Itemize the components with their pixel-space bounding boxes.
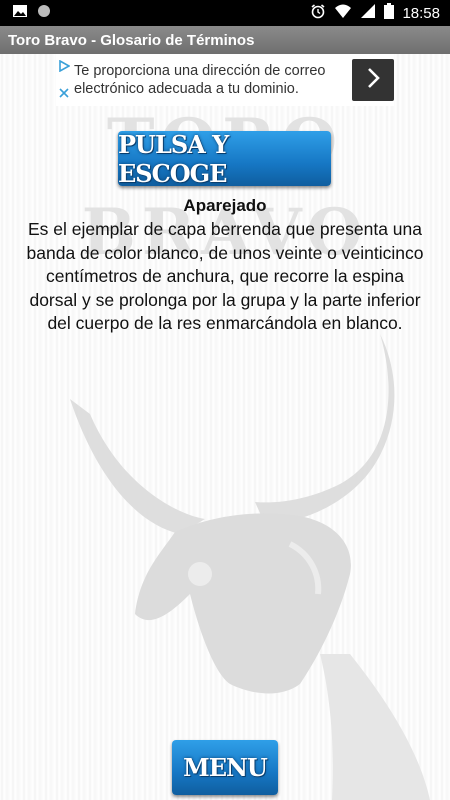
ad-banner[interactable]: Te proporciona una dirección de correo e… (56, 54, 394, 106)
circle-icon (36, 3, 52, 23)
app-title: Toro Bravo - Glosario de Términos (8, 31, 255, 49)
ad-text[interactable]: Te proporciona una dirección de correo e… (74, 62, 348, 98)
ad-close-icon[interactable] (58, 84, 70, 103)
image-icon (12, 3, 28, 23)
ad-icons (56, 57, 72, 103)
ad-arrow-button[interactable] (352, 59, 394, 101)
chevron-right-icon (364, 66, 382, 94)
app-bar: Toro Bravo - Glosario de Términos (0, 26, 450, 54)
status-bar: 18:58 (0, 0, 450, 26)
battery-icon (384, 3, 395, 23)
pulsa-y-escoge-button[interactable]: PULSA Y ESCOGE (118, 129, 331, 188)
alarm-icon (310, 3, 326, 23)
wifi-icon (334, 3, 352, 23)
menu-button[interactable]: MENU (172, 740, 278, 795)
ad-choices-icon[interactable] (58, 57, 71, 76)
main-content: TORO BRAVO Te proporciona una dirección … (0, 54, 450, 800)
menu-label: MENU (183, 753, 268, 782)
signal-icon (360, 3, 376, 23)
pulsa-y-escoge-label: PULSA Y ESCOGE (118, 129, 229, 188)
term-definition: Es el ejemplar de capa berrenda que pres… (26, 219, 424, 333)
term-title: Aparejado (183, 196, 267, 215)
status-time: 18:58 (402, 4, 440, 22)
status-bar-left (12, 3, 52, 23)
status-bar-right: 18:58 (310, 3, 440, 23)
